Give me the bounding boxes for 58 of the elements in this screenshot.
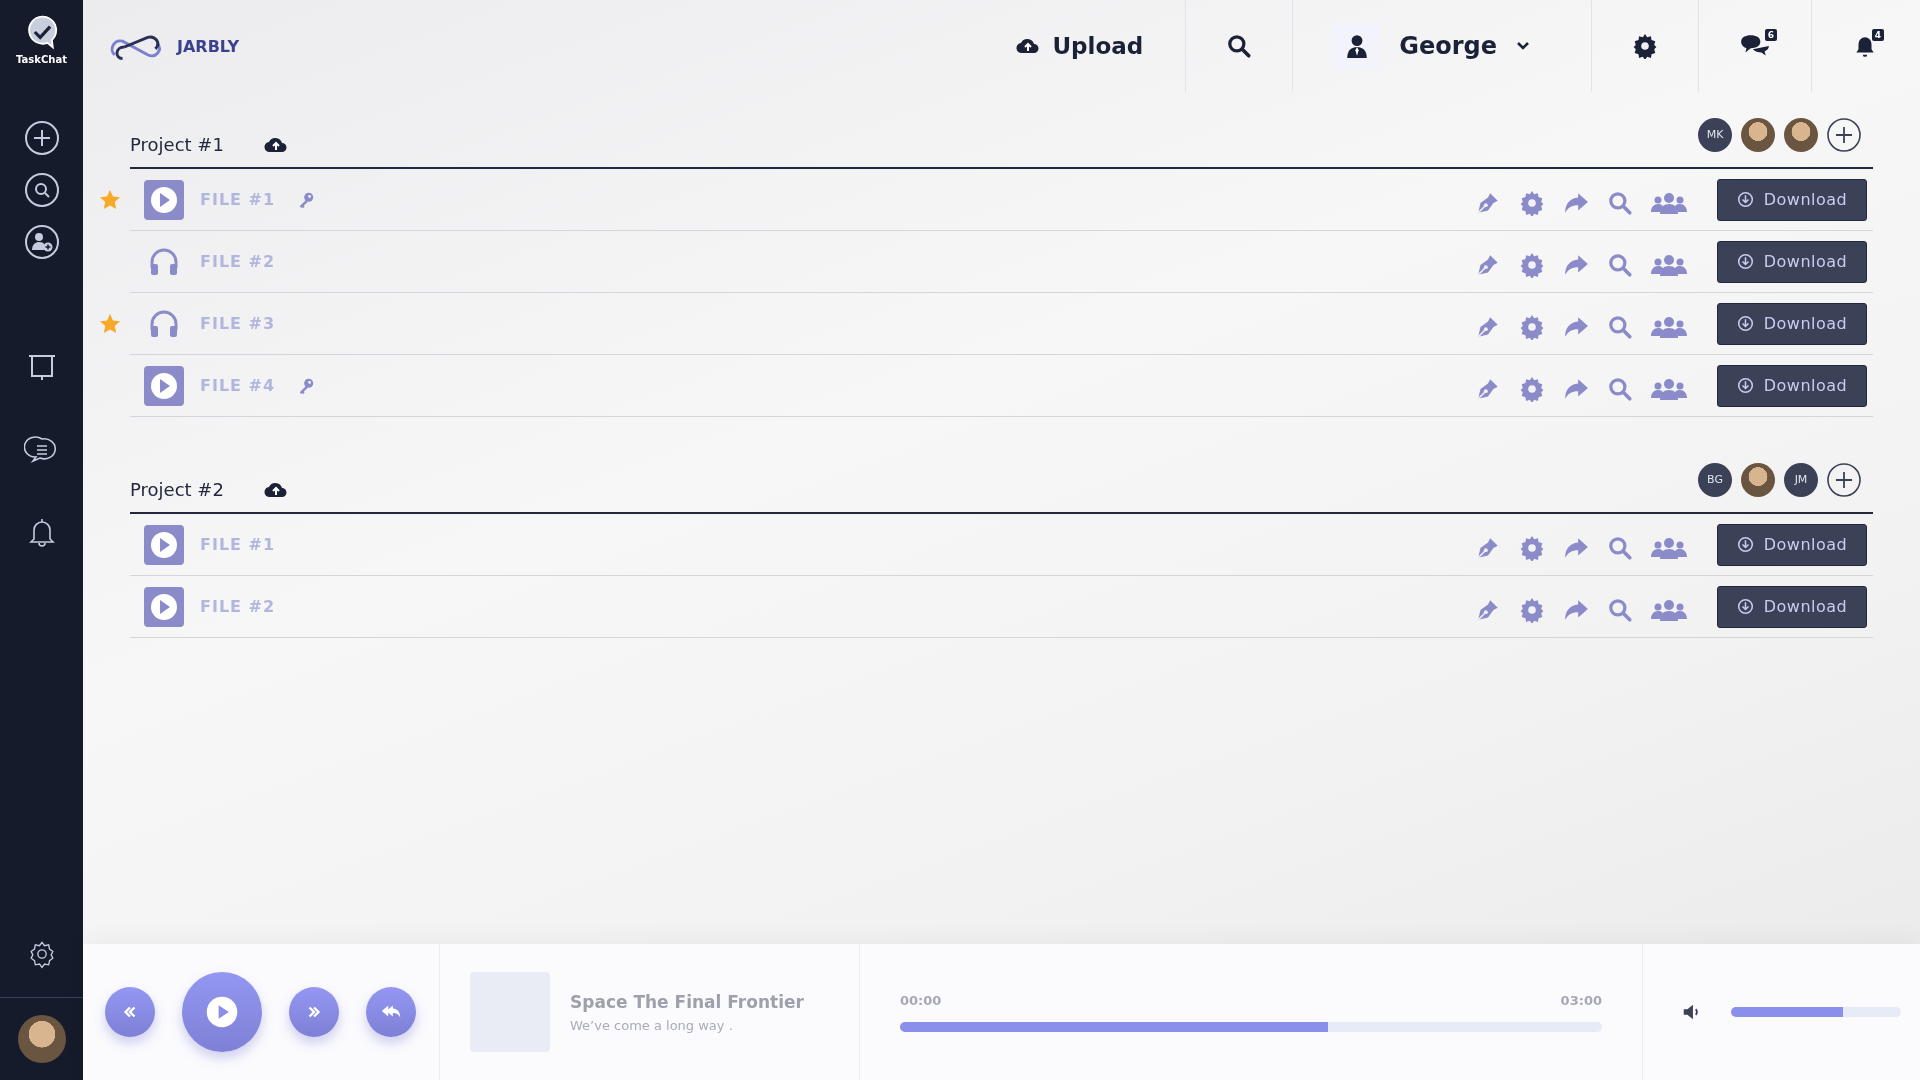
- file-row[interactable]: FILE #4 Download: [130, 355, 1873, 417]
- file-row[interactable]: FILE #2 Download: [130, 231, 1873, 293]
- file-row[interactable]: FILE #1 Download: [130, 514, 1873, 576]
- download-icon: [1736, 598, 1754, 615]
- fast-forward-button[interactable]: [288, 987, 339, 1037]
- duration-time: 03:00: [1560, 992, 1602, 1008]
- progress-track[interactable]: [900, 1021, 1602, 1032]
- download-button[interactable]: Download: [1717, 585, 1867, 628]
- upload-button[interactable]: Upload: [1016, 0, 1186, 92]
- play-icon[interactable]: [144, 365, 184, 406]
- download-button[interactable]: Download: [1717, 523, 1867, 566]
- brand-name: JARBLY: [177, 36, 240, 56]
- play-icon[interactable]: [144, 524, 184, 565]
- add-member-icon[interactable]: [1827, 117, 1861, 152]
- play-icon[interactable]: [144, 586, 184, 627]
- play-icon[interactable]: [144, 179, 184, 220]
- download-icon: [1736, 377, 1754, 394]
- download-button[interactable]: Download: [1717, 364, 1867, 407]
- file-row[interactable]: FILE #3 Download: [130, 293, 1873, 355]
- app-name: TaskChat: [16, 54, 67, 65]
- search-icon[interactable]: [23, 172, 60, 208]
- key-icon[interactable]: [297, 190, 316, 209]
- file-row[interactable]: FILE #2 Download: [130, 576, 1873, 638]
- reply-all-button[interactable]: [365, 987, 416, 1037]
- member-avatar[interactable]: JM: [1784, 462, 1818, 497]
- download-button[interactable]: Download: [1717, 178, 1867, 221]
- user-name[interactable]: George: [1399, 32, 1497, 60]
- track-subtitle: We’ve come a long way .: [570, 1017, 734, 1033]
- play-button[interactable]: [181, 972, 262, 1052]
- add-user-icon[interactable]: [23, 224, 60, 260]
- user-avatar[interactable]: [17, 1015, 66, 1063]
- key-icon[interactable]: [297, 376, 316, 395]
- download-icon: [1736, 536, 1754, 553]
- rewind-button[interactable]: [104, 987, 155, 1037]
- track-title: Space The Final Frontier: [570, 991, 804, 1012]
- project-title: Project #2: [130, 478, 225, 500]
- user-icon: [1333, 22, 1382, 70]
- elapsed-time: 00:00: [900, 992, 942, 1008]
- member-avatar[interactable]: BG: [1698, 462, 1732, 497]
- messages-count: 6: [1764, 29, 1777, 41]
- member-avatar[interactable]: [1784, 117, 1818, 152]
- download-icon: [1736, 315, 1754, 332]
- volume-track[interactable]: [1731, 1007, 1901, 1017]
- search-icon[interactable]: [1226, 33, 1253, 59]
- download-button[interactable]: Download: [1717, 240, 1867, 283]
- member-avatar[interactable]: MK: [1698, 117, 1732, 152]
- add-icon[interactable]: [23, 120, 60, 156]
- download-icon: [1736, 191, 1754, 208]
- play-icon: [204, 995, 239, 1029]
- settings-icon[interactable]: [1632, 33, 1658, 59]
- project-title: Project #1: [130, 133, 225, 155]
- member-avatar[interactable]: [1741, 462, 1775, 497]
- notifications-count: 4: [1871, 29, 1884, 41]
- file-row[interactable]: FILE #1 Download: [130, 169, 1873, 231]
- download-icon: [1736, 253, 1754, 270]
- member-avatar[interactable]: [1741, 117, 1775, 152]
- download-button[interactable]: Download: [1717, 302, 1867, 345]
- add-member-icon[interactable]: [1827, 462, 1861, 497]
